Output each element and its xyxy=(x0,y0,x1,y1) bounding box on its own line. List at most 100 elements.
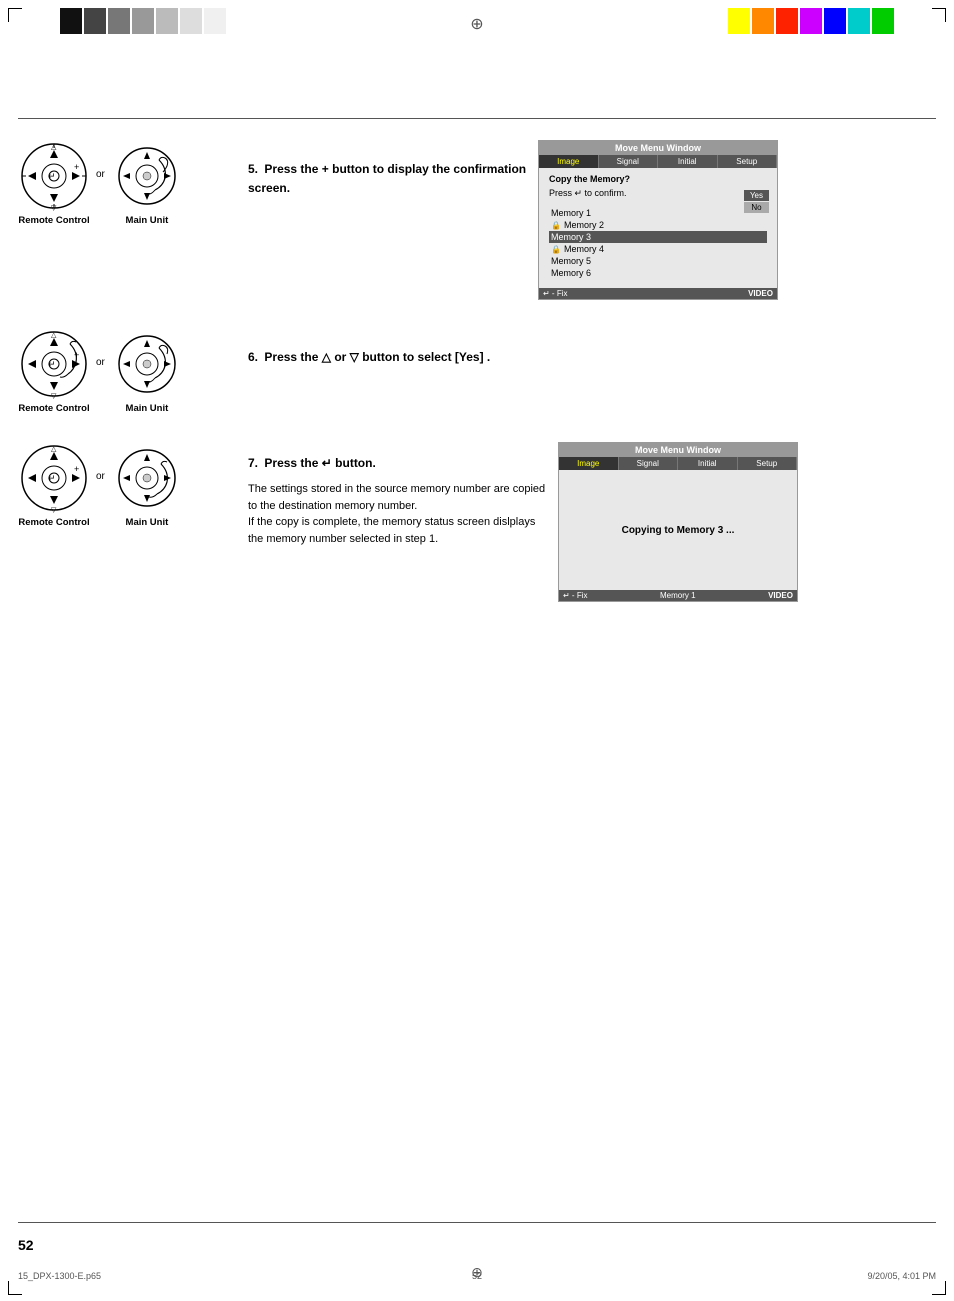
unit-wrap-6: Main Unit xyxy=(111,328,183,414)
svg-text:−: − xyxy=(30,359,35,369)
menu-tab-initial-1: Initial xyxy=(658,155,718,168)
devices-area-5: + − △ ▽ ↵ Remote Control xyxy=(18,140,238,226)
menu-tab-image-1: Image xyxy=(539,155,599,168)
remote-control-icon-7: + − △ ▽ ↵ xyxy=(18,442,90,514)
menu-footer-1: ↵ - Fix VIDEO xyxy=(539,288,777,299)
or-text-5: or xyxy=(96,169,105,180)
crosshair-bottom: ⊕ xyxy=(471,1264,483,1281)
lock-icon-2: 🔒 xyxy=(551,221,561,230)
svg-text:△: △ xyxy=(51,332,57,339)
menu-copy-text: Copy the Memory? xyxy=(549,174,767,184)
menu-tab-setup-2: Setup xyxy=(738,457,798,470)
step-num-6: 6. xyxy=(248,350,258,364)
remote-control-icon-5: + − △ ▽ ↵ xyxy=(18,140,90,212)
menu-body-2: Copying to Memory 3 ... xyxy=(559,470,797,590)
lock-icon-4: 🔒 xyxy=(551,245,561,254)
footer-left: 15_DPX-1300-E.p65 xyxy=(18,1271,101,1281)
color-bar-1 xyxy=(60,8,82,34)
top-rule xyxy=(18,118,936,119)
svg-text:△: △ xyxy=(51,446,57,453)
menu-footer-right-2: VIDEO xyxy=(768,591,793,600)
menu-tabs-2: Image Signal Initial Setup xyxy=(559,457,797,470)
menu-no: No xyxy=(744,202,769,213)
menu-footer-left-1: ↵ - Fix xyxy=(543,289,567,298)
menu-tab-setup-1: Setup xyxy=(718,155,778,168)
menu-footer-left-2: ↵ - Fix xyxy=(563,591,587,600)
remote-label-6: Remote Control xyxy=(18,403,89,414)
crosshair-top: ⊕ xyxy=(470,14,483,34)
menu-tab-initial-2: Initial xyxy=(678,457,738,470)
color-bar-2 xyxy=(84,8,106,34)
color-bar-3 xyxy=(108,8,130,34)
instruction-row-6: + − △ ▽ ↵ Remote Control or xyxy=(18,328,936,414)
menu-tab-signal-1: Signal xyxy=(599,155,659,168)
menu-footer-2: ↵ - Fix Memory 1 VIDEO xyxy=(559,590,797,601)
menu-title-2: Move Menu Window xyxy=(559,443,797,457)
instruction-text-5: 5. Press the + button to display the con… xyxy=(248,140,528,199)
svg-text:−: − xyxy=(30,473,35,483)
menu-footer-right-1: VIDEO xyxy=(748,289,773,298)
instruction-row-5: + − △ ▽ ↵ Remote Control xyxy=(18,140,936,300)
unit-label-7: Main Unit xyxy=(126,517,169,528)
corner-tr xyxy=(932,8,946,22)
main-content: + − △ ▽ ↵ Remote Control xyxy=(18,130,936,1211)
color-bar-r7 xyxy=(872,8,894,34)
menu-tabs-1: Image Signal Initial Setup xyxy=(539,155,777,168)
color-bar-6 xyxy=(180,8,202,34)
or-text-6: or xyxy=(96,357,105,368)
main-instruction-7: Press the ↵ button. xyxy=(264,456,375,470)
instruction-text-6: 6. Press the △ or ▽ button to select [Ye… xyxy=(248,328,528,367)
step-num-7: 7. xyxy=(248,456,258,470)
color-bar-4 xyxy=(132,8,154,34)
color-bar-r2 xyxy=(752,8,774,34)
remote-wrap-6: + − △ ▽ ↵ Remote Control xyxy=(18,328,90,414)
devices-area-6: + − △ ▽ ↵ Remote Control or xyxy=(18,328,238,414)
memory-item-4: 🔒Memory 4 xyxy=(549,243,767,255)
main-unit-icon-5 xyxy=(111,140,183,212)
unit-wrap-5: Main Unit xyxy=(111,140,183,226)
footer-right: 9/20/05, 4:01 PM xyxy=(867,1271,936,1281)
color-bar-r5 xyxy=(824,8,846,34)
remote-control-icon-6: + − △ ▽ ↵ xyxy=(18,328,90,400)
unit-label-6: Main Unit xyxy=(126,403,169,414)
bottom-rule xyxy=(18,1222,936,1223)
memory-item-2: 🔒Memory 2 xyxy=(549,219,767,231)
svg-text:↵: ↵ xyxy=(48,359,56,369)
main-unit-icon-7 xyxy=(111,442,183,514)
memory-item-5: Memory 5 xyxy=(549,255,767,267)
svg-text:−: − xyxy=(30,171,35,181)
instruction-text-7: 7. Press the ↵ button. The settings stor… xyxy=(248,442,548,547)
color-bar-r4 xyxy=(800,8,822,34)
corner-tl xyxy=(8,8,22,22)
memory-item-6: Memory 6 xyxy=(549,267,767,279)
menu-body-1: Copy the Memory? Press ↵ to confirm. Yes… xyxy=(539,168,777,288)
menu-window-1: Move Menu Window Image Signal Initial Se… xyxy=(538,140,778,300)
memory-item-3: Memory 3 xyxy=(549,231,767,243)
corner-br xyxy=(932,1281,946,1295)
unit-label-5: Main Unit xyxy=(126,215,169,226)
main-instruction-5: Press the + button to display the confir… xyxy=(248,162,526,195)
svg-text:▽: ▽ xyxy=(51,507,57,514)
menu-yes-no: Yes No xyxy=(744,190,769,213)
remote-wrap-5: + − △ ▽ ↵ Remote Control xyxy=(18,140,90,226)
memory-item-1: Memory 1 xyxy=(549,207,767,219)
sub-text-7: The settings stored in the source memory… xyxy=(248,481,548,547)
remote-wrap-7: + − △ ▽ ↵ Remote Control xyxy=(18,442,90,528)
instruction-row-7: + − △ ▽ ↵ Remote Control or xyxy=(18,442,936,602)
color-bar-r1 xyxy=(728,8,750,34)
menu-tab-signal-2: Signal xyxy=(619,457,679,470)
remote-label-7: Remote Control xyxy=(18,517,89,528)
color-bar-r3 xyxy=(776,8,798,34)
top-bar: ⊕ xyxy=(0,0,954,60)
color-bar-7 xyxy=(204,8,226,34)
menu-memory-list-1: Memory 1 🔒Memory 2 Memory 3 🔒Memory 4 Me… xyxy=(549,207,767,279)
or-text-7: or xyxy=(96,471,105,482)
menu-copying-text: Copying to Memory 3 ... xyxy=(612,495,745,566)
menu-title-1: Move Menu Window xyxy=(539,141,777,155)
menu-window-2: Move Menu Window Image Signal Initial Se… xyxy=(558,442,798,602)
menu-tab-image-2: Image xyxy=(559,457,619,470)
svg-text:↵: ↵ xyxy=(48,473,56,483)
corner-bl xyxy=(8,1281,22,1295)
svg-text:+: + xyxy=(74,464,79,474)
color-bars-right xyxy=(728,8,894,34)
